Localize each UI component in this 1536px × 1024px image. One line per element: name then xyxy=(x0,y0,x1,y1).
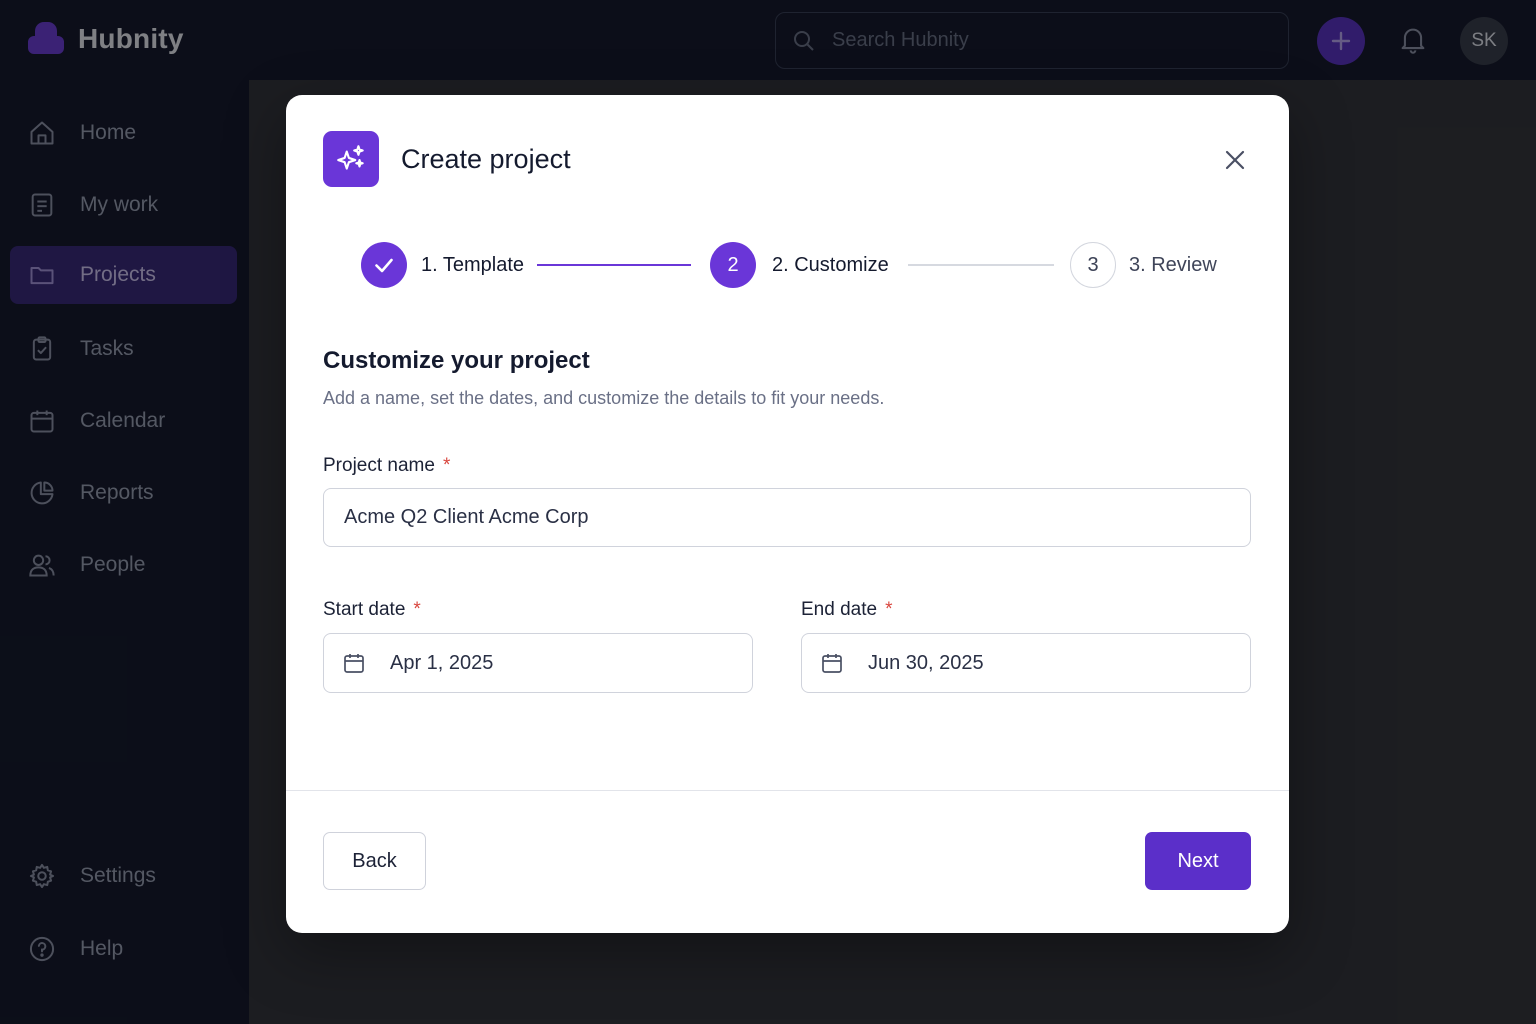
start-date-label: Start date * xyxy=(323,599,421,621)
calendar-icon xyxy=(344,654,364,673)
end-date-value: Jun 30, 2025 xyxy=(868,651,984,674)
calendar-icon xyxy=(822,654,842,673)
start-date-value: Apr 1, 2025 xyxy=(390,651,494,674)
end-date-label-text: End date xyxy=(801,599,878,620)
step-3-indicator[interactable]: 3 xyxy=(1070,242,1116,288)
project-name-label-text: Project name xyxy=(323,455,435,476)
step-1-label: 1. Template xyxy=(421,254,525,276)
project-name-label: Project name * xyxy=(323,455,450,477)
section-title: Customize your project xyxy=(323,347,590,374)
step-2-indicator[interactable]: 2 xyxy=(710,242,756,288)
step-connector-completed xyxy=(537,264,691,266)
required-indicator: * xyxy=(442,455,451,476)
checkmark-icon xyxy=(375,258,393,273)
create-project-dialog: Create project 1. Template 2 2. Customiz… xyxy=(286,95,1289,933)
start-date-picker[interactable]: Apr 1, 2025 xyxy=(323,633,753,693)
back-button[interactable]: Back xyxy=(323,832,426,890)
required-indicator: * xyxy=(413,599,421,620)
step-1-indicator[interactable] xyxy=(361,242,407,288)
required-indicator: * xyxy=(885,599,893,620)
end-date-picker[interactable]: Jun 30, 2025 xyxy=(801,633,1251,693)
dialog-icon xyxy=(323,131,379,187)
step-connector-pending xyxy=(908,264,1054,266)
end-date-label: End date * xyxy=(801,599,892,621)
section-description: Add a name, set the dates, and customize… xyxy=(323,388,885,408)
step-3-label: 3. Review xyxy=(1129,254,1217,276)
dialog-title: Create project xyxy=(401,144,571,174)
start-date-label-text: Start date xyxy=(323,599,406,620)
close-button[interactable] xyxy=(1220,145,1250,175)
close-icon xyxy=(1225,150,1245,170)
step-2-label: 2. Customize xyxy=(772,254,889,276)
project-name-input[interactable] xyxy=(323,488,1251,547)
sparkles-icon xyxy=(337,145,364,170)
next-button[interactable]: Next xyxy=(1145,832,1251,890)
footer-divider xyxy=(286,790,1289,791)
